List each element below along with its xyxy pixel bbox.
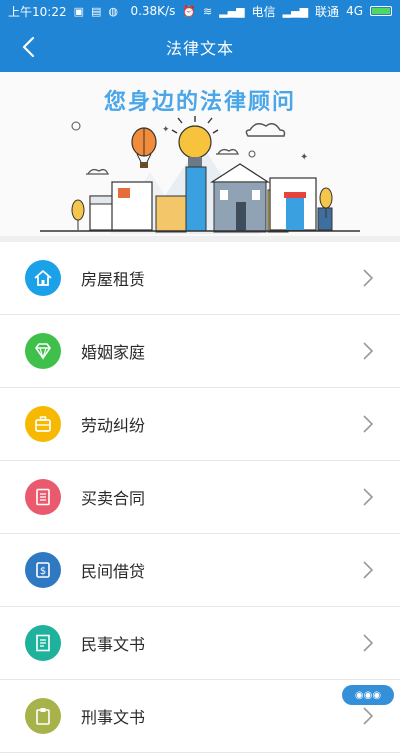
alarm-icon: ⏰ bbox=[182, 4, 197, 18]
status-left: 上午10:22 ▣ ▤ ◍ bbox=[8, 3, 118, 20]
status-bar: 上午10:22 ▣ ▤ ◍ 0.38K/s ⏰ ≋ ▂▄▆ 电信 ▂▄▆ 联通 … bbox=[0, 0, 400, 22]
money-bag-icon: $ bbox=[25, 552, 61, 588]
briefcase-icon bbox=[25, 406, 61, 442]
signal-icon-2: ▂▄▆ bbox=[282, 4, 309, 18]
house-icon bbox=[25, 260, 61, 296]
chevron-right-icon bbox=[363, 707, 374, 725]
svg-text:✦: ✦ bbox=[300, 152, 308, 163]
city-illustration: ✦ ✦ bbox=[40, 116, 360, 234]
chevron-left-icon bbox=[22, 36, 35, 58]
list-item-civil-documents[interactable]: 民事文书 bbox=[0, 607, 400, 680]
network-speed: 0.38K/s bbox=[130, 4, 176, 18]
carrier-2: 联通 bbox=[315, 4, 340, 19]
chevron-right-icon bbox=[363, 561, 374, 579]
chevron-right-icon bbox=[363, 269, 374, 287]
list-item-private-lending[interactable]: $ 民间借贷 bbox=[0, 534, 400, 607]
notification-icon: ▣ bbox=[73, 4, 84, 18]
chevron-right-icon bbox=[363, 488, 374, 506]
category-list: 房屋租赁 婚姻家庭 劳动纠纷 买卖合同 $ 民间借贷 民事文书 刑事文书 bbox=[0, 242, 400, 753]
document-icon bbox=[25, 479, 61, 515]
list-item-label: 房屋租赁 bbox=[81, 270, 146, 289]
chevron-right-icon bbox=[363, 342, 374, 360]
page-title: 法律文本 bbox=[165, 39, 234, 58]
wifi-icon: ≋ bbox=[203, 4, 213, 18]
list-item-label: 民间借贷 bbox=[81, 562, 146, 581]
status-right: 0.38K/s ⏰ ≋ ▂▄▆ 电信 ▂▄▆ 联通 4G bbox=[130, 3, 392, 20]
clipboard-icon bbox=[25, 698, 61, 734]
chevron-right-icon bbox=[363, 634, 374, 652]
svg-text:✦: ✦ bbox=[162, 125, 170, 135]
list-item-label: 民事文书 bbox=[81, 635, 146, 654]
back-button[interactable] bbox=[8, 22, 48, 72]
status-time: 上午10:22 bbox=[8, 4, 67, 19]
list-item-label: 婚姻家庭 bbox=[81, 343, 146, 362]
carrier-1: 电信 bbox=[251, 4, 276, 19]
list-item-label: 劳动纠纷 bbox=[81, 416, 146, 435]
list-item-sales-contract[interactable]: 买卖合同 bbox=[0, 461, 400, 534]
battery-icon bbox=[370, 6, 392, 16]
chevron-right-icon bbox=[363, 415, 374, 433]
list-item-criminal-documents[interactable]: 刑事文书 bbox=[0, 680, 400, 753]
list-item-marriage-family[interactable]: 婚姻家庭 bbox=[0, 315, 400, 388]
banner: 您身边的法律顾问 ✦ ✦ bbox=[0, 72, 400, 237]
network-type: 4G bbox=[346, 4, 363, 18]
app-bar: 法律文本 bbox=[0, 22, 400, 72]
list-item-labor-dispute[interactable]: 劳动纠纷 bbox=[0, 388, 400, 461]
list-item-label: 买卖合同 bbox=[81, 489, 146, 508]
diamond-icon bbox=[25, 333, 61, 369]
signal-icon: ▂▄▆ bbox=[219, 4, 245, 18]
site-watermark-logo: ◉◉◉ bbox=[342, 685, 394, 705]
list-item-label: 刑事文书 bbox=[81, 708, 146, 727]
android-icon: ◍ bbox=[108, 4, 119, 18]
form-icon bbox=[25, 625, 61, 661]
list-item-house-rental[interactable]: 房屋租赁 bbox=[0, 242, 400, 315]
app-notification-icon: ▤ bbox=[91, 4, 102, 18]
svg-text:$: $ bbox=[40, 566, 46, 577]
